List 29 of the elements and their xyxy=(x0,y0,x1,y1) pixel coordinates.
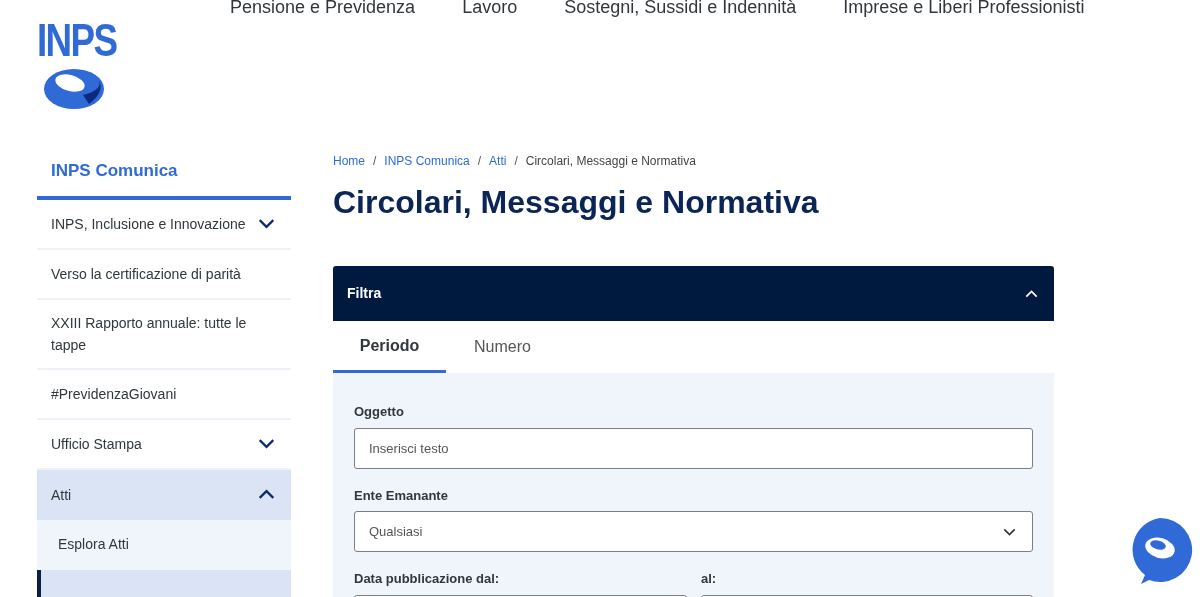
chevron-down-icon xyxy=(258,218,275,229)
sidebar-subitem[interactable]: Esplora Atti xyxy=(37,519,291,570)
logo-icon xyxy=(43,68,105,110)
chevron-down-icon xyxy=(258,438,275,449)
text-field[interactable]: Inserisci testo xyxy=(354,427,1033,469)
breadcrumb-link[interactable]: INPS Comunica xyxy=(384,152,470,170)
field-label: Ente Emanante xyxy=(354,486,449,505)
nav-link[interactable]: Imprese e Liberi Professionisti xyxy=(843,0,1085,21)
filter-header[interactable]: Filtra xyxy=(333,266,1054,321)
logo-wordmark: INPS xyxy=(37,18,117,62)
nav-link[interactable]: Sostegni, Sussidi e Indennità xyxy=(564,0,797,21)
breadcrumb-separator: / xyxy=(373,153,377,170)
breadcrumb-link[interactable]: Home xyxy=(333,152,365,170)
chevron-up-icon xyxy=(258,489,275,500)
breadcrumb-current-page: Circolari, Messaggi e Normativa xyxy=(525,153,696,170)
page-title: Circolari, Messaggi e Normativa xyxy=(333,183,820,222)
field-label: Data pubblicazione dal: xyxy=(354,570,501,588)
breadcrumb-separator: / xyxy=(514,153,518,170)
sidebar-item[interactable]: Atti xyxy=(37,469,291,520)
breadcrumb-link[interactable]: Atti xyxy=(489,152,507,170)
nav-link[interactable]: Lavoro xyxy=(462,0,518,21)
chevron-down-icon xyxy=(1003,527,1016,536)
select-field[interactable]: Qualsiasi xyxy=(354,511,1033,552)
field-label: al: xyxy=(701,570,718,588)
nav-link[interactable]: Pensione e Previdenza xyxy=(230,0,416,21)
filter-tab[interactable]: Numero xyxy=(446,321,559,373)
field-label: Oggetto xyxy=(354,403,405,421)
chevron-up-icon xyxy=(1025,289,1038,298)
breadcrumb-separator: / xyxy=(477,153,482,170)
